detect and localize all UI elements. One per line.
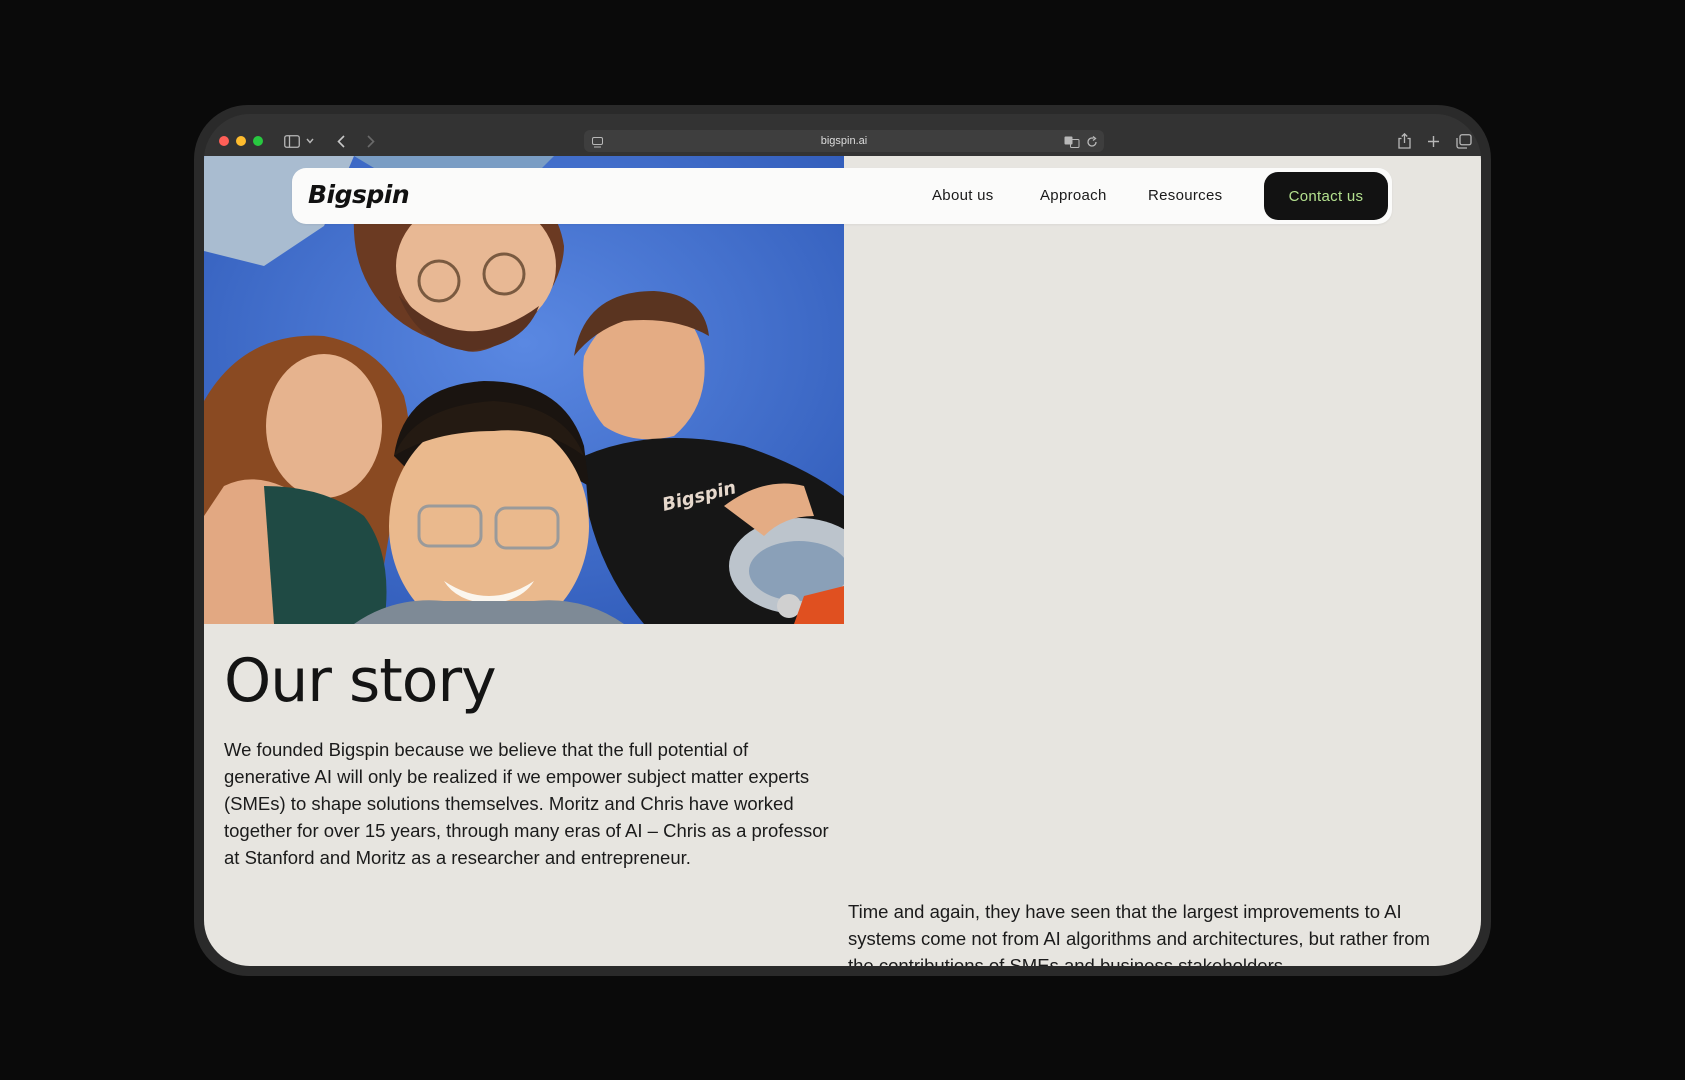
- story-paragraph-2: Time and again, they have seen that the …: [848, 901, 1430, 966]
- page-menu-icon[interactable]: [592, 134, 603, 153]
- address-bar[interactable]: bigspin.ai: [584, 130, 1104, 152]
- url-text: bigspin.ai: [820, 135, 868, 147]
- minimize-window-button[interactable]: [236, 136, 246, 146]
- tab-overview-icon[interactable]: [1456, 131, 1472, 151]
- sidebar-toggle-icon[interactable]: [284, 131, 300, 151]
- team-photo: Bigspin: [204, 156, 844, 624]
- forward-arrow-icon[interactable]: [367, 131, 375, 151]
- maximize-window-button[interactable]: [253, 136, 263, 146]
- nav-link-resources[interactable]: Resources: [1148, 187, 1222, 204]
- contact-us-button[interactable]: Contact us: [1264, 172, 1388, 220]
- bigspin-logo[interactable]: Bigspin: [308, 180, 410, 209]
- reload-icon[interactable]: [1086, 133, 1098, 152]
- nav-link-approach[interactable]: Approach: [1040, 187, 1107, 204]
- close-window-button[interactable]: [219, 136, 229, 146]
- site-nav: Bigspin About us Approach Resources Cont…: [292, 168, 1392, 224]
- browser-window: bigspin.ai Bigspin Bigspin About us Appr…: [204, 114, 1481, 966]
- story-paragraph-1: We founded Bigspin because we believe th…: [224, 739, 829, 868]
- section-title: Our story: [224, 646, 497, 716]
- new-tab-icon[interactable]: [1427, 131, 1440, 151]
- browser-toolbar: bigspin.ai: [204, 114, 1481, 156]
- chevron-down-icon[interactable]: [306, 131, 314, 151]
- share-icon[interactable]: [1398, 131, 1411, 151]
- nav-link-about-us[interactable]: About us: [932, 187, 994, 204]
- back-arrow-icon[interactable]: [337, 131, 345, 151]
- page-viewport[interactable]: Bigspin Bigspin About us Approach Resour…: [204, 156, 1481, 966]
- translate-icon[interactable]: [1064, 133, 1080, 152]
- device-frame: bigspin.ai Bigspin Bigspin About us Appr…: [194, 105, 1491, 976]
